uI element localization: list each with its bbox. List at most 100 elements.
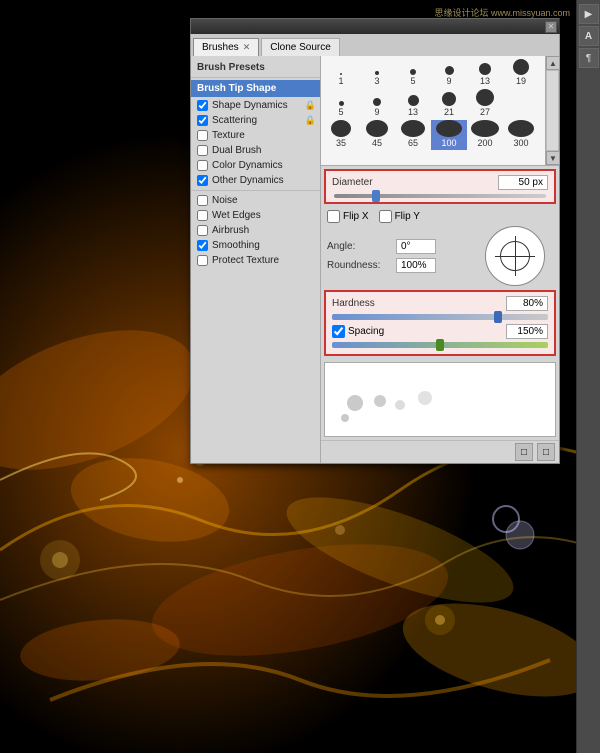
brush-cell-5b[interactable]: 5 bbox=[323, 89, 359, 119]
diameter-row: Diameter bbox=[332, 175, 548, 190]
brush-item-other-dynamics[interactable]: Other Dynamics bbox=[191, 173, 320, 188]
brush-item-shape-dynamics[interactable]: Shape Dynamics 🔒 bbox=[191, 98, 320, 113]
brush-cell-13[interactable]: 13 bbox=[467, 58, 503, 88]
panel-titlebar: ✕ bbox=[190, 18, 560, 34]
brush-dot bbox=[508, 120, 534, 137]
lock-icon-scattering: 🔒 bbox=[305, 115, 316, 126]
checkbox-flip-x[interactable] bbox=[327, 210, 340, 223]
brush-dot bbox=[479, 63, 491, 75]
checkbox-flip-y[interactable] bbox=[379, 210, 392, 223]
panel-body: Brush Presets Brush Tip Shape Shape Dyna… bbox=[190, 56, 560, 464]
footer-icon-1[interactable]: □ bbox=[515, 443, 533, 461]
brush-item-airbrush[interactable]: Airbrush bbox=[191, 223, 320, 238]
label-other-dynamics: Other Dynamics bbox=[212, 175, 284, 186]
diameter-slider[interactable] bbox=[334, 194, 546, 198]
crosshair-circle bbox=[500, 241, 530, 271]
preview-area bbox=[324, 362, 556, 437]
brush-item-smoothing[interactable]: Smoothing bbox=[191, 238, 320, 253]
brush-grid-scrollbar[interactable]: ▲ ▼ bbox=[545, 56, 559, 165]
checkbox-dual-brush[interactable] bbox=[197, 145, 208, 156]
brush-item-dual-brush[interactable]: Dual Brush bbox=[191, 143, 320, 158]
brush-cell-100[interactable]: 100 bbox=[431, 120, 467, 150]
checkbox-texture[interactable] bbox=[197, 130, 208, 141]
brush-cell-35[interactable]: 35 bbox=[323, 120, 359, 150]
hardness-input[interactable] bbox=[506, 296, 548, 311]
brush-cell-45[interactable]: 45 bbox=[359, 120, 395, 150]
brush-cell-300[interactable]: 300 bbox=[503, 120, 539, 150]
flip-angle-section: Flip X Flip Y Angle: Roundness bbox=[321, 207, 559, 287]
flip-y-item[interactable]: Flip Y bbox=[379, 210, 420, 223]
brush-tip-shape-header[interactable]: Brush Tip Shape bbox=[191, 80, 320, 97]
brush-item-texture[interactable]: Texture bbox=[191, 128, 320, 143]
checkbox-wet-edges[interactable] bbox=[197, 210, 208, 221]
brush-item-color-dynamics[interactable]: Color Dynamics bbox=[191, 158, 320, 173]
ps-tool-para[interactable]: ¶ bbox=[579, 48, 599, 68]
brush-cell-9[interactable]: 9 bbox=[431, 58, 467, 88]
checkbox-airbrush[interactable] bbox=[197, 225, 208, 236]
angle-input[interactable] bbox=[396, 239, 436, 254]
tab-brushes[interactable]: Brushes ✕ bbox=[193, 38, 259, 56]
roundness-input[interactable] bbox=[396, 258, 436, 273]
checkbox-shape-dynamics[interactable] bbox=[197, 100, 208, 111]
scroll-track[interactable] bbox=[546, 70, 559, 151]
checkbox-color-dynamics[interactable] bbox=[197, 160, 208, 171]
brush-dot bbox=[476, 89, 494, 106]
diameter-slider-thumb[interactable] bbox=[372, 190, 380, 202]
brush-cell-200[interactable]: 200 bbox=[467, 120, 503, 150]
circle-glow bbox=[492, 505, 520, 533]
brushes-panel: ✕ Brushes ✕ Clone Source Brush Presets B… bbox=[190, 18, 560, 464]
hardness-slider-thumb[interactable] bbox=[494, 311, 502, 323]
checkbox-noise[interactable] bbox=[197, 195, 208, 206]
angle-label: Angle: bbox=[327, 241, 392, 252]
tab-brushes-label: Brushes bbox=[202, 42, 239, 53]
brush-item-protect-texture[interactable]: Protect Texture bbox=[191, 253, 320, 268]
brush-dot bbox=[408, 95, 419, 106]
footer-icon-2[interactable]: □ bbox=[537, 443, 555, 461]
brush-list: Brush Presets Brush Tip Shape Shape Dyna… bbox=[191, 56, 321, 463]
angle-row: Angle: bbox=[327, 239, 436, 254]
label-scattering: Scattering bbox=[212, 115, 257, 126]
brush-cell-65[interactable]: 65 bbox=[395, 120, 431, 150]
brush-cell-27[interactable]: 27 bbox=[467, 89, 503, 119]
scroll-up-button[interactable]: ▲ bbox=[546, 56, 560, 70]
brush-cell-3[interactable]: 3 bbox=[359, 58, 395, 88]
brush-preview bbox=[485, 226, 545, 286]
checkbox-scattering[interactable] bbox=[197, 115, 208, 126]
spacing-checkbox-label[interactable]: Spacing bbox=[332, 325, 502, 338]
brush-grid-area: 1 3 5 9 bbox=[321, 56, 559, 166]
brush-cell-9b[interactable]: 9 bbox=[359, 89, 395, 119]
brush-item-noise[interactable]: Noise bbox=[191, 193, 320, 208]
roundness-label: Roundness: bbox=[327, 260, 392, 271]
spacing-slider-thumb[interactable] bbox=[436, 339, 444, 351]
brush-presets-header[interactable]: Brush Presets bbox=[191, 60, 320, 78]
checkbox-spacing[interactable] bbox=[332, 325, 345, 338]
scroll-down-button[interactable]: ▼ bbox=[546, 151, 560, 165]
label-texture: Texture bbox=[212, 130, 245, 141]
checkbox-other-dynamics[interactable] bbox=[197, 175, 208, 186]
brush-cell-13b[interactable]: 13 bbox=[395, 89, 431, 119]
brush-item-scattering[interactable]: Scattering 🔒 bbox=[191, 113, 320, 128]
close-button[interactable]: ✕ bbox=[545, 21, 557, 33]
ps-tool-arrow[interactable]: ▶ bbox=[579, 4, 599, 24]
brush-cell-5[interactable]: 5 bbox=[395, 58, 431, 88]
brush-cell-21[interactable]: 21 bbox=[431, 89, 467, 119]
diameter-input[interactable] bbox=[498, 175, 548, 190]
flip-x-item[interactable]: Flip X bbox=[327, 210, 369, 223]
hardness-slider[interactable] bbox=[332, 314, 548, 320]
brush-item-wet-edges[interactable]: Wet Edges bbox=[191, 208, 320, 223]
spacing-input[interactable] bbox=[506, 324, 548, 339]
spacing-slider[interactable] bbox=[332, 342, 548, 348]
brush-dot bbox=[373, 98, 381, 106]
label-airbrush: Airbrush bbox=[212, 225, 249, 236]
panel-footer: □ □ bbox=[321, 440, 559, 463]
tab-clone-source[interactable]: Clone Source bbox=[261, 38, 340, 56]
brush-cell-19[interactable]: 19 bbox=[503, 58, 539, 88]
diameter-label: Diameter bbox=[332, 177, 498, 188]
checkbox-protect-texture[interactable] bbox=[197, 255, 208, 266]
crosshair bbox=[495, 236, 535, 276]
tab-brushes-close[interactable]: ✕ bbox=[243, 42, 251, 53]
brush-cell-1[interactable]: 1 bbox=[323, 58, 359, 88]
angle-section: Angle: Roundness: bbox=[327, 226, 553, 286]
ps-tool-text[interactable]: A bbox=[579, 26, 599, 46]
checkbox-smoothing[interactable] bbox=[197, 240, 208, 251]
